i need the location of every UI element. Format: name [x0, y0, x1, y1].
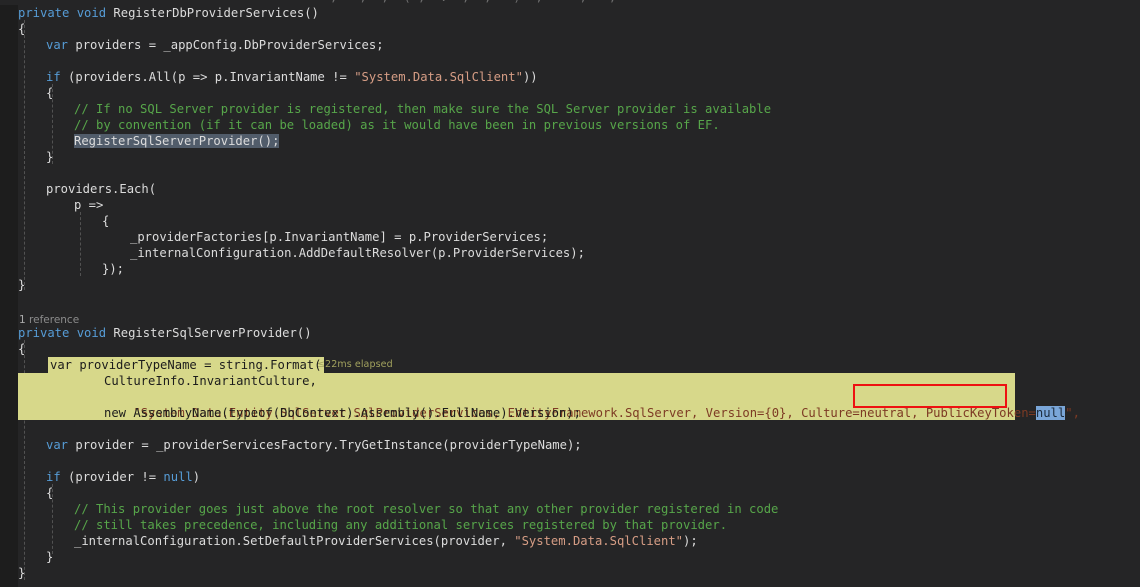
- null-selection[interactable]: null: [1035, 406, 1066, 420]
- code-line: private void RegisterDbProviderServices(…: [18, 5, 1140, 21]
- code-line: _internalConfiguration.SetDefaultProvide…: [18, 533, 1140, 549]
- code-token: (providers.All(p => p.InvariantName !=: [60, 70, 355, 84]
- top-partial-line: ; - , ; ( ; . ; , ) , - , ;: [0, 0, 1140, 5]
- code-token: {: [46, 86, 54, 100]
- code-content[interactable]: private void RegisterDbProviderServices(…: [18, 5, 1140, 581]
- codelens-reference[interactable]: 1 reference: [19, 313, 79, 327]
- code-line: if (providers.All(p => p.InvariantName !…: [18, 69, 1140, 85]
- code-line: var provider = _providerServicesFactory.…: [18, 437, 1140, 453]
- code-line: var providers = _appConfig.DbProviderSer…: [18, 37, 1140, 53]
- code-token: ): [192, 470, 201, 484]
- code-line: }: [18, 149, 1140, 165]
- code-token: if: [46, 470, 61, 484]
- code-token: providers.Each(: [46, 182, 157, 196]
- code-token: // If no SQL Server provider is register…: [74, 102, 772, 116]
- code-token: "System.Data.SqlClient": [354, 70, 523, 84]
- code-token: {: [102, 214, 110, 228]
- code-editor[interactable]: private void RegisterDbProviderServices(…: [0, 0, 1140, 587]
- code-token: private: [18, 6, 70, 20]
- code-token: var: [46, 438, 69, 452]
- code-token: private: [18, 326, 70, 340]
- editor-gutter: [0, 0, 18, 587]
- code-token: RegisterSqlServerProvider(): [106, 326, 312, 340]
- highlight-line-4: new AssemblyName(typeof(DbContext).Assem…: [104, 406, 581, 420]
- code-token: void: [76, 326, 107, 340]
- code-token: // by convention (if it can be loaded) a…: [74, 118, 720, 132]
- code-line: // This provider goes just above the roo…: [18, 501, 1140, 517]
- code-token: RegisterDbProviderServices(): [106, 6, 319, 20]
- code-line: // by convention (if it can be loaded) a…: [18, 117, 1140, 133]
- code-token: provider = _providerServicesFactory.TryG…: [68, 438, 582, 452]
- code-token: providers = _appConfig.DbProviderService…: [68, 38, 384, 52]
- code-token: _providerFactories[p.InvariantName] = p.…: [130, 230, 549, 244]
- assembly-qualified-name-suffix: ",: [1065, 406, 1080, 420]
- code-line: });: [18, 261, 1140, 277]
- code-token: }: [46, 550, 54, 564]
- code-line: {: [18, 21, 1140, 37]
- code-token: void: [76, 6, 107, 20]
- code-token: );: [683, 534, 698, 548]
- selected-code-fragment[interactable]: RegisterSqlServerProvider();: [74, 134, 280, 148]
- code-line: _providerFactories[p.InvariantName] = p.…: [18, 229, 1140, 245]
- code-line: p =>: [18, 197, 1140, 213]
- code-token: if: [46, 70, 61, 84]
- code-line: RegisterSqlServerProvider();: [18, 133, 1140, 149]
- code-line: }: [18, 277, 1140, 293]
- code-token: _internalConfiguration.AddDefaultResolve…: [130, 246, 585, 260]
- code-token: }: [18, 566, 26, 580]
- code-line: {: [18, 485, 1140, 501]
- code-line: }: [18, 565, 1140, 581]
- code-token: }: [46, 150, 54, 164]
- code-token: p =>: [74, 198, 104, 212]
- code-line: if (provider != null): [18, 469, 1140, 485]
- code-line: _internalConfiguration.AddDefaultResolve…: [18, 245, 1140, 261]
- public-key-token-label: PublicKeyToken=: [925, 406, 1036, 420]
- codelens-count: 1: [19, 314, 26, 326]
- code-token: {: [18, 342, 26, 356]
- code-token: (provider !=: [60, 470, 164, 484]
- code-token: // still takes precedence, including any…: [74, 518, 728, 532]
- code-line: providers.Each(: [18, 181, 1140, 197]
- highlight-line-1: var providerTypeName = string.Format(: [48, 357, 324, 373]
- code-line: {: [18, 213, 1140, 229]
- code-token: null: [163, 470, 193, 484]
- highlight-line-2: CultureInfo.InvariantCulture,: [104, 374, 317, 388]
- code-line: {: [18, 85, 1140, 101]
- elapsed-time-annotation: ≤22ms elapsed: [317, 359, 393, 370]
- code-token: });: [102, 262, 125, 276]
- code-token: // This provider goes just above the roo…: [74, 502, 779, 516]
- code-line: }: [18, 549, 1140, 565]
- code-line: // still takes precedence, including any…: [18, 517, 1140, 533]
- code-token: }: [18, 278, 26, 292]
- code-line: // If no SQL Server provider is register…: [18, 101, 1140, 117]
- top-partial-line-text: ; - , ; ( ; . ; , ) , - , ;: [330, 0, 616, 5]
- code-token: _internalConfiguration.SetDefaultProvide…: [74, 534, 515, 548]
- code-token: var: [46, 38, 69, 52]
- codelens-label: reference: [29, 314, 80, 326]
- code-token: {: [18, 22, 26, 36]
- code-token: "System.Data.SqlClient": [514, 534, 684, 548]
- code-token: {: [46, 486, 54, 500]
- code-token: )): [522, 70, 538, 84]
- code-line: {: [18, 341, 1140, 357]
- code-line: private void RegisterSqlServerProvider(): [18, 325, 1140, 341]
